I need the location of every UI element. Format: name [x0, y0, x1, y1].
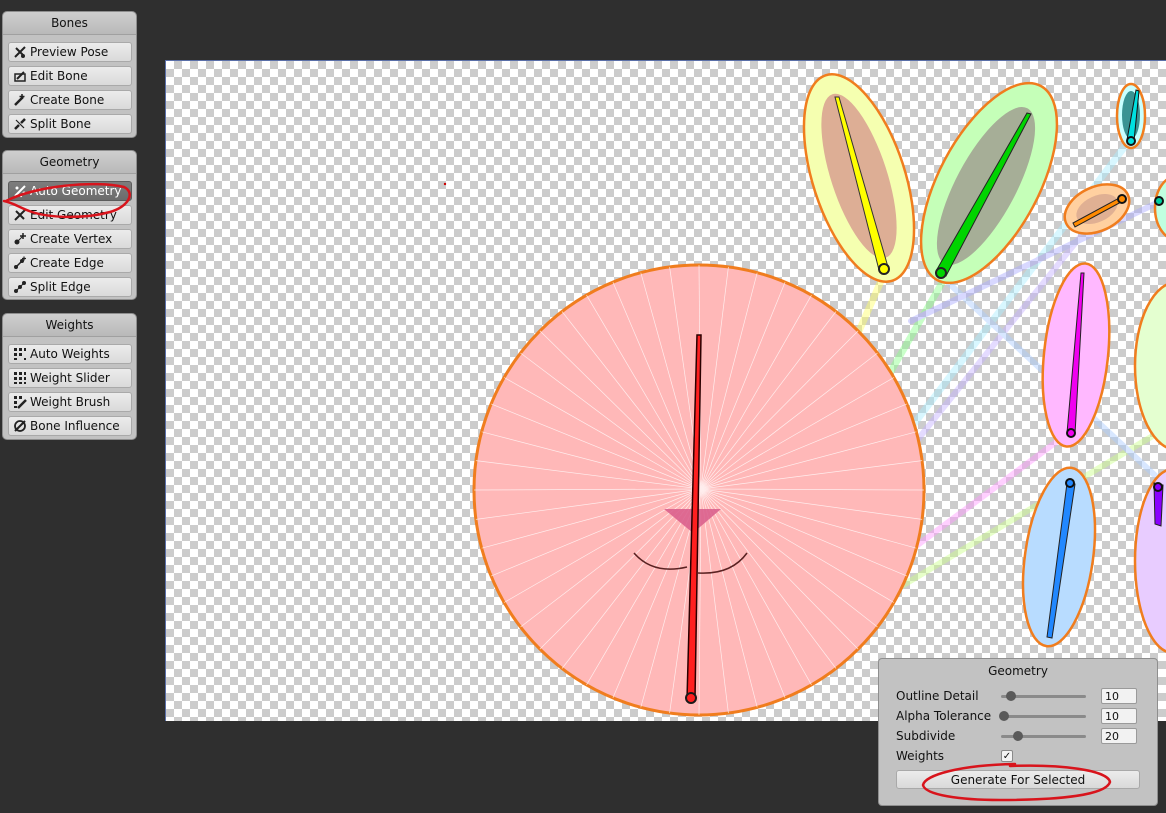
- create-vertex-label: Create Vertex: [30, 232, 113, 246]
- sprite-mesh-canvas: [443, 61, 1166, 717]
- bone-joint[interactable]: [1154, 196, 1164, 206]
- bone-joint[interactable]: [878, 263, 890, 275]
- subdivide-slider[interactable]: [1001, 730, 1086, 741]
- limb-mesh-right-edge[interactable]: [1133, 176, 1166, 653]
- alpha-tolerance-field[interactable]: 10: [1101, 708, 1137, 724]
- create-bone-icon: [12, 92, 28, 108]
- limb-mesh-yellow[interactable]: [782, 61, 936, 295]
- geometry-panel-title: Geometry: [3, 151, 136, 174]
- edit-bone-button[interactable]: Edit Bone: [8, 66, 132, 86]
- limb-mesh-cyan[interactable]: [1115, 82, 1147, 150]
- weight-slider-button[interactable]: Weight Slider: [8, 368, 132, 388]
- generate-for-selected-button[interactable]: Generate For Selected: [896, 770, 1140, 789]
- edit-bone-icon: [12, 68, 28, 84]
- split-edge-icon: [12, 279, 28, 295]
- scene-viewport[interactable]: [165, 60, 1166, 721]
- split-bone-label: Split Bone: [30, 117, 91, 131]
- weights-label: Weights: [896, 749, 945, 763]
- preview-pose-button[interactable]: Preview Pose: [8, 42, 132, 62]
- geometry-panel: Geometry Auto Geometry Edit Geometry Creat…: [2, 150, 137, 300]
- subdivide-label: Subdivide: [896, 729, 956, 743]
- auto-geometry-label: Auto Geometry: [30, 184, 122, 198]
- outline-detail-row: Outline Detail 10: [896, 687, 1141, 705]
- split-bone-button[interactable]: Split Bone: [8, 114, 132, 134]
- subdivide-slider-knob[interactable]: [1013, 730, 1023, 741]
- weights-panel-title: Weights: [3, 314, 136, 337]
- bones-button-list: Preview Pose Edit Bone Create Bone Split Bo…: [3, 35, 136, 140]
- subdivide-row: Subdivide 20: [896, 727, 1141, 745]
- create-vertex-icon: [12, 231, 28, 247]
- bone-joint[interactable]: [1153, 482, 1163, 492]
- create-bone-button[interactable]: Create Bone: [8, 90, 132, 110]
- limb-mesh-blue[interactable]: [1013, 463, 1105, 651]
- auto-weights-label: Auto Weights: [30, 347, 110, 361]
- geometry-button-list: Auto Geometry Edit Geometry Create Vertex C…: [3, 174, 136, 303]
- weight-brush-label: Weight Brush: [30, 395, 111, 409]
- limb-mesh-orange[interactable]: [1057, 175, 1137, 244]
- edit-geometry-icon: [12, 207, 28, 223]
- edit-geometry-button[interactable]: Edit Geometry: [8, 205, 132, 225]
- bones-panel-title: Bones: [3, 12, 136, 35]
- bone-influence-button[interactable]: Bone Influence: [8, 416, 132, 436]
- bone-joint[interactable]: [1126, 136, 1136, 146]
- preview-pose-icon: [12, 44, 28, 60]
- auto-geometry-button[interactable]: Auto Geometry: [8, 181, 132, 201]
- head-mesh[interactable]: [472, 263, 926, 717]
- create-bone-label: Create Bone: [30, 93, 105, 107]
- geometry-settings-panel: Geometry Outline Detail 10 Alpha Toleran…: [878, 658, 1158, 806]
- weights-button-list: Auto Weights Weight Slider Weight Brush Bon…: [3, 337, 136, 442]
- weight-slider-label: Weight Slider: [30, 371, 110, 385]
- preview-pose-label: Preview Pose: [30, 45, 109, 59]
- weight-brush-button[interactable]: Weight Brush: [8, 392, 132, 412]
- auto-weights-button[interactable]: Auto Weights: [8, 344, 132, 364]
- weight-slider-icon: [12, 370, 28, 386]
- edit-geometry-label: Edit Geometry: [30, 208, 117, 222]
- edit-bone-label: Edit Bone: [30, 69, 88, 83]
- outline-detail-slider-knob[interactable]: [1006, 690, 1017, 701]
- bone-influence-label: Bone Influence: [30, 419, 120, 433]
- auto-geometry-icon: [12, 183, 28, 199]
- split-bone-icon: [12, 116, 28, 132]
- split-edge-label: Split Edge: [30, 280, 91, 294]
- outline-detail-field[interactable]: 10: [1101, 688, 1137, 704]
- create-edge-button[interactable]: Create Edge: [8, 253, 132, 273]
- alpha-tolerance-row: Alpha Tolerance 10: [896, 707, 1141, 725]
- create-edge-label: Create Edge: [30, 256, 104, 270]
- weight-brush-icon: [12, 394, 28, 410]
- create-vertex-button[interactable]: Create Vertex: [8, 229, 132, 249]
- split-edge-button[interactable]: Split Edge: [8, 277, 132, 297]
- bone-joint[interactable]: [1117, 194, 1127, 204]
- outline-detail-label: Outline Detail: [896, 689, 979, 703]
- subdivide-field[interactable]: 20: [1101, 728, 1137, 744]
- bone-influence-icon: [12, 418, 28, 434]
- alpha-tolerance-label: Alpha Tolerance: [896, 709, 992, 723]
- bones-panel: Bones Preview Pose Edit Bone Create Bone Sp…: [2, 11, 137, 138]
- bone-joint[interactable]: [1065, 478, 1075, 488]
- geometry-settings-title: Geometry: [988, 664, 1048, 678]
- bone-joint[interactable]: [685, 692, 697, 704]
- outline-detail-slider[interactable]: [1001, 690, 1086, 701]
- auto-weights-icon: [12, 346, 28, 362]
- weights-row: Weights ✓: [896, 747, 1141, 765]
- create-edge-icon: [12, 255, 28, 271]
- weights-panel: Weights Auto Weights Weight Slider Weight …: [2, 313, 137, 440]
- bone-joint[interactable]: [1066, 428, 1076, 438]
- alpha-tolerance-slider[interactable]: [999, 710, 1086, 721]
- stray-pixel: [443, 182, 447, 186]
- alpha-tolerance-slider-knob[interactable]: [999, 710, 1010, 721]
- bone-joint[interactable]: [935, 267, 947, 279]
- limb-mesh-magenta[interactable]: [1035, 260, 1118, 450]
- weights-checkbox[interactable]: ✓: [1001, 750, 1013, 762]
